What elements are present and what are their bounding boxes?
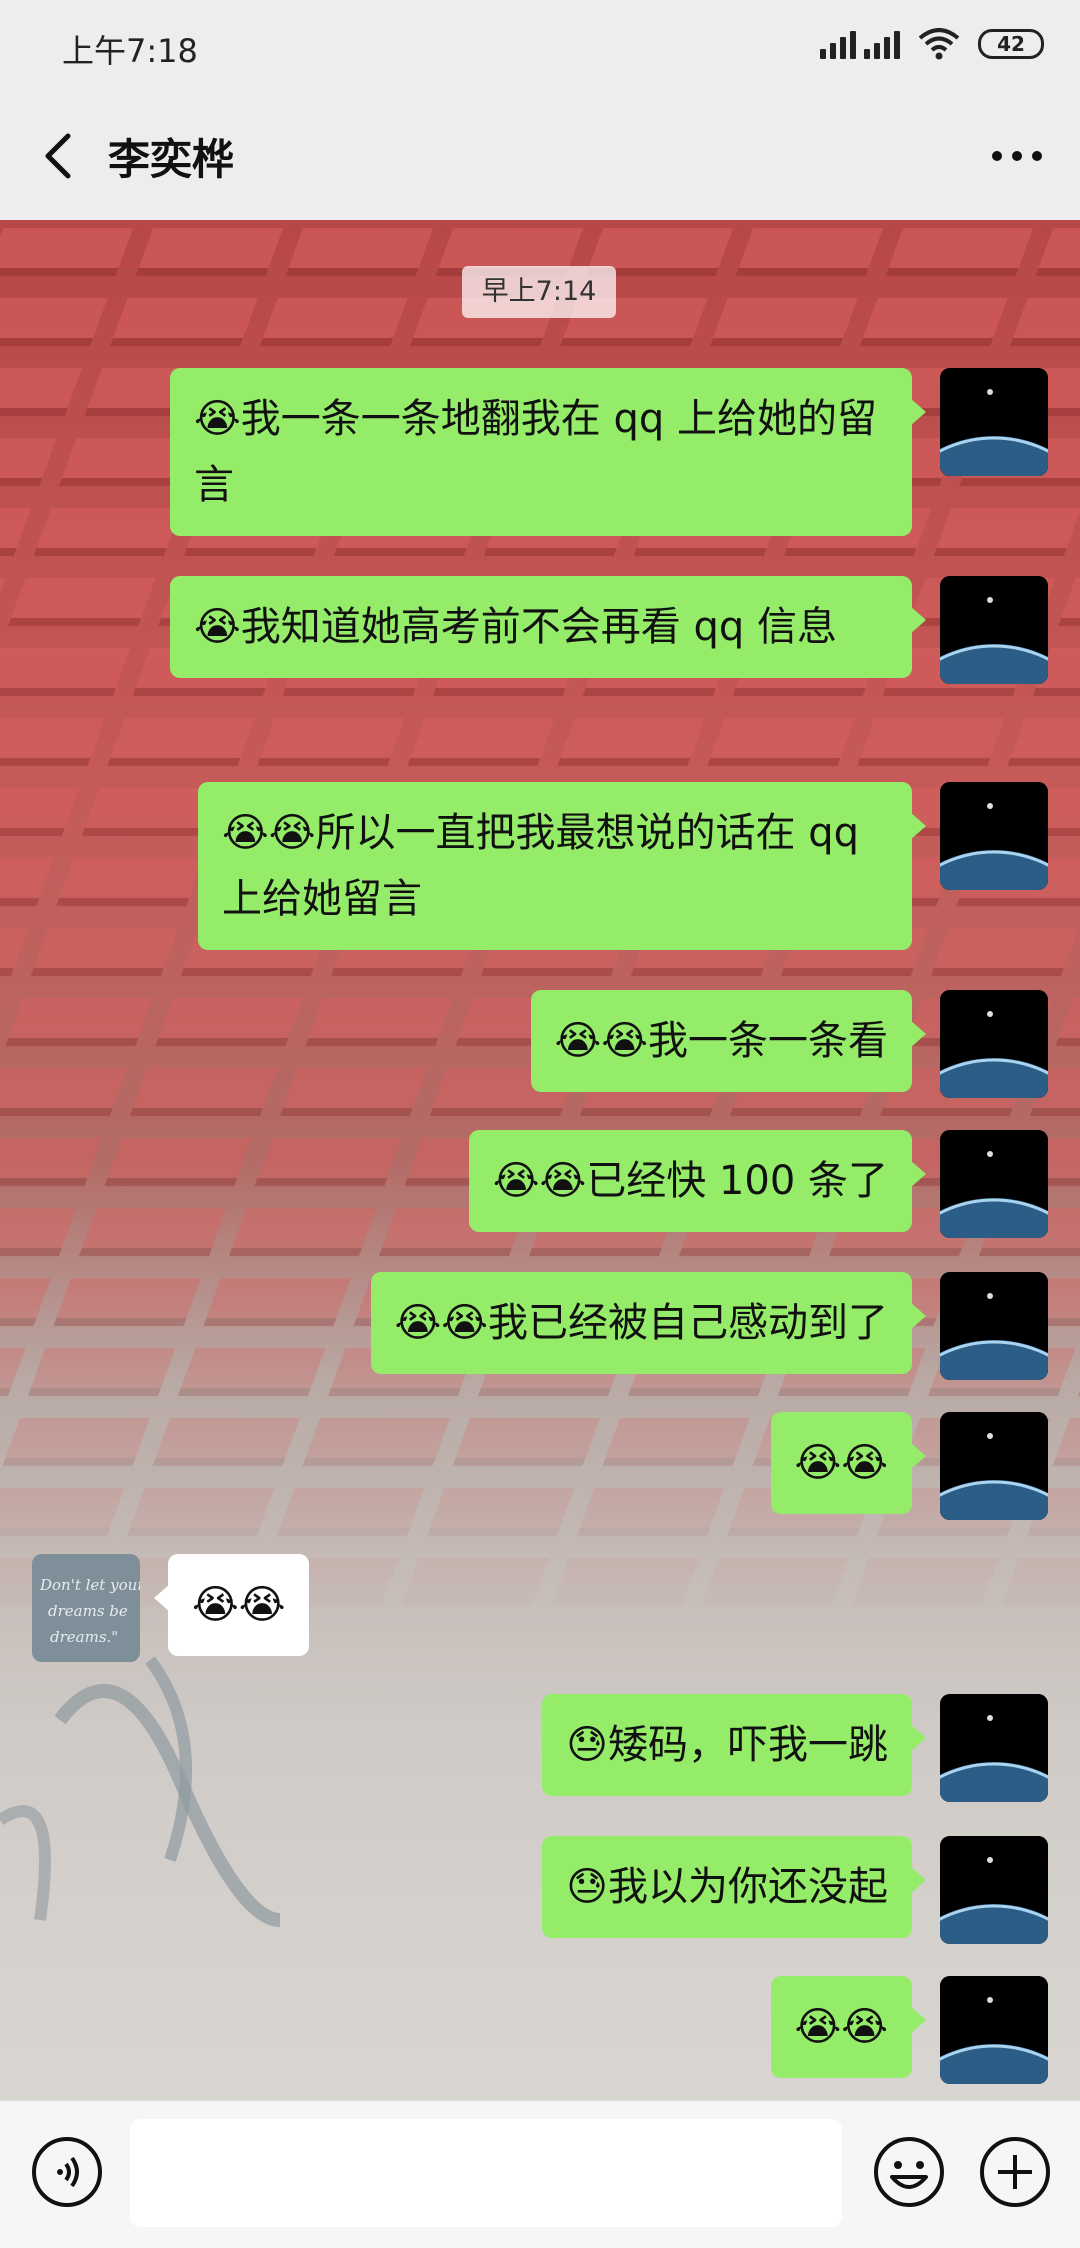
earth-space-avatar-image — [940, 1412, 1048, 1520]
chat-header: 李奕桦 — [0, 92, 1080, 220]
my-avatar[interactable] — [940, 1130, 1048, 1238]
back-arrow-icon[interactable] — [30, 126, 90, 186]
my-avatar[interactable] — [940, 576, 1048, 684]
message-bubble[interactable]: 😭😭 — [770, 1976, 927, 2078]
my-avatar[interactable] — [940, 1976, 1048, 2084]
earth-space-avatar-image — [940, 1976, 1048, 2084]
earth-space-avatar-image — [940, 1836, 1048, 1944]
status-icons: 42 — [820, 28, 1044, 60]
message-bubble[interactable]: 😭我一条一条地翻我在 qq 上给她的留言 — [170, 368, 926, 536]
message-bubble[interactable]: 😭我知道她高考前不会再看 qq 信息 — [170, 576, 926, 678]
quote-avatar-image: Don't let your dreams be dreams." — [32, 1554, 140, 1662]
my-avatar[interactable] — [940, 1412, 1048, 1520]
message-bubble[interactable]: 😓矮码，吓我一跳 — [542, 1694, 926, 1796]
battery-indicator: 42 — [978, 29, 1044, 59]
status-bar: 上午7:18 42 — [0, 0, 1080, 92]
message-bubble[interactable]: 😭😭 — [153, 1554, 310, 1656]
contact-name: 李奕桦 — [108, 135, 235, 184]
svg-text:dreams be: dreams be — [48, 1602, 128, 1620]
my-avatar[interactable] — [940, 368, 1048, 476]
status-time: 上午7:18 — [62, 32, 198, 70]
earth-space-avatar-image — [940, 782, 1048, 890]
my-avatar[interactable] — [940, 1694, 1048, 1802]
earth-space-avatar-image — [940, 1130, 1048, 1238]
cellular-signal-icon — [820, 29, 900, 59]
emoji-icon[interactable] — [872, 2135, 946, 2209]
my-avatar[interactable] — [940, 1272, 1048, 1380]
earth-space-avatar-image — [940, 990, 1048, 1098]
message-bubble[interactable]: 😭😭我已经被自己感动到了 — [370, 1272, 927, 1374]
message-input-bar — [0, 2100, 1080, 2248]
wifi-icon — [918, 28, 960, 60]
message-bubble[interactable]: 😭😭 — [770, 1412, 927, 1514]
svg-text:Don't let your: Don't let your — [39, 1576, 140, 1594]
message-bubble[interactable]: 😭😭已经快 100 条了 — [468, 1130, 927, 1232]
voice-icon[interactable] — [30, 2135, 104, 2209]
message-bubble[interactable]: 😭😭所以一直把我最想说的话在 qq 上给她留言 — [198, 782, 926, 950]
message-bubble[interactable]: 😓我以为你还没起 — [542, 1836, 926, 1938]
my-avatar[interactable] — [940, 990, 1048, 1098]
contact-avatar[interactable]: Don't let your dreams be dreams." — [32, 1554, 140, 1662]
plus-icon[interactable] — [978, 2135, 1052, 2209]
message-bubble[interactable]: 😭😭我一条一条看 — [530, 990, 927, 1092]
message-text-input[interactable] — [130, 2119, 842, 2227]
my-avatar[interactable] — [940, 1836, 1048, 1944]
svg-text:dreams.": dreams." — [50, 1628, 118, 1646]
message-timestamp: 早上7:14 — [462, 266, 616, 318]
earth-space-avatar-image — [940, 576, 1048, 684]
chat-area[interactable]: 早上7:14 😭我一条一条地翻我在 qq 上给她的留言 😭我知道她高考前不会再看… — [0, 220, 1080, 2100]
earth-space-avatar-image — [940, 368, 1048, 476]
earth-space-avatar-image — [940, 1272, 1048, 1380]
my-avatar[interactable] — [940, 782, 1048, 890]
more-dots-icon[interactable] — [984, 126, 1050, 186]
earth-space-avatar-image — [940, 1694, 1048, 1802]
